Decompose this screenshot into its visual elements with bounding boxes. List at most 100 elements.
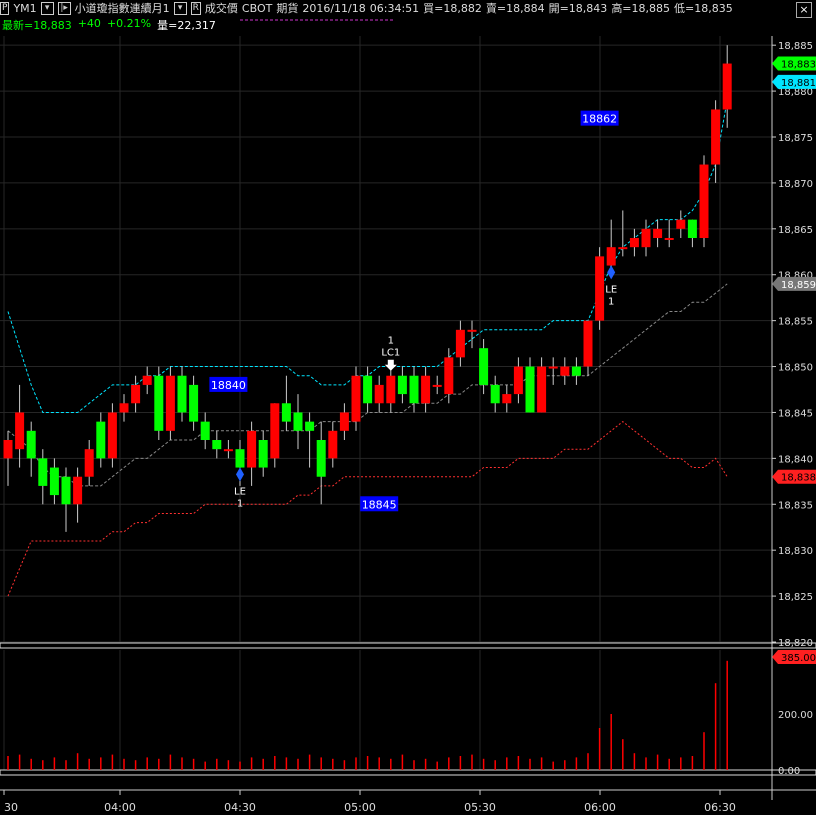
candle-body bbox=[131, 384, 141, 404]
candle-body bbox=[84, 449, 94, 477]
price-label-text: 18840 bbox=[211, 379, 246, 392]
candle-body bbox=[363, 375, 373, 404]
candle-body bbox=[374, 384, 384, 404]
candle-body bbox=[247, 430, 257, 468]
price-marker-label: 18,881 bbox=[781, 78, 816, 89]
candle-body bbox=[722, 63, 732, 110]
candle-body bbox=[73, 476, 83, 505]
time-tick-label: 05:00 bbox=[344, 801, 376, 814]
price-marker-label: 18,859 bbox=[781, 280, 816, 291]
candle-body bbox=[235, 449, 245, 468]
price-tick-label: 18,820 bbox=[778, 638, 813, 649]
candle-body bbox=[571, 366, 581, 376]
candle-body bbox=[502, 394, 512, 404]
candle-body bbox=[711, 109, 721, 165]
candle-body bbox=[479, 348, 489, 385]
candle-body bbox=[653, 228, 663, 238]
panel-separator bbox=[0, 769, 816, 776]
candle-body bbox=[513, 366, 523, 395]
candle-body bbox=[409, 375, 419, 404]
time-tick-label: 05:30 bbox=[464, 801, 496, 814]
price-marker-label: 18,838 bbox=[781, 473, 816, 484]
price-marker-label: 18,883 bbox=[781, 60, 816, 71]
candle-body bbox=[61, 476, 71, 505]
candle-body bbox=[38, 458, 48, 486]
price-tick-label: 18,870 bbox=[778, 179, 813, 190]
volume-bars bbox=[7, 660, 728, 770]
candle-body bbox=[212, 440, 222, 450]
price-tick-label: 18,885 bbox=[778, 41, 813, 52]
signal-sublabel: 1 bbox=[608, 296, 614, 307]
candle-body bbox=[270, 403, 280, 459]
candle-body bbox=[223, 449, 233, 452]
panel-separator bbox=[0, 642, 816, 649]
candle-body bbox=[15, 412, 25, 450]
volume-marker-label: 385.00 bbox=[781, 653, 816, 664]
entry-signal-icon bbox=[607, 265, 616, 280]
candle-body bbox=[641, 228, 651, 248]
price-grid bbox=[0, 36, 772, 770]
candle-body bbox=[328, 430, 338, 459]
candle-body bbox=[316, 440, 326, 477]
entry-signal-icon bbox=[236, 467, 244, 482]
candle-body bbox=[189, 384, 199, 422]
signal-label: LC1 bbox=[381, 348, 400, 359]
candle-body bbox=[3, 440, 13, 459]
candle-body bbox=[629, 238, 639, 248]
candle-body bbox=[699, 164, 709, 238]
candle-body bbox=[165, 375, 175, 431]
candle-body bbox=[560, 366, 570, 376]
signal-label: LE bbox=[605, 284, 617, 295]
candle-body bbox=[583, 320, 593, 367]
signal-sublabel: 1 bbox=[237, 498, 243, 509]
price-tick-label: 18,865 bbox=[778, 225, 813, 236]
candle-body bbox=[548, 366, 558, 369]
candle-body bbox=[281, 403, 291, 422]
candle-body bbox=[490, 384, 500, 404]
candle-body bbox=[177, 375, 187, 413]
exit-signal-icon bbox=[384, 359, 397, 371]
candle-body bbox=[107, 412, 117, 459]
candlestick-chart[interactable]: 18,88518,88018,87518,87018,86518,86018,8… bbox=[0, 0, 816, 815]
time-tick-label: 06:30 bbox=[704, 801, 736, 814]
volume-tick-label: 200.00 bbox=[778, 710, 813, 721]
candle-body bbox=[200, 421, 210, 440]
candle-body bbox=[421, 375, 431, 404]
candle-body bbox=[258, 440, 268, 468]
price-tick-label: 18,830 bbox=[778, 546, 813, 557]
candle-body bbox=[351, 375, 361, 422]
candle-body bbox=[96, 421, 106, 459]
candle-body bbox=[676, 219, 686, 229]
candle-body bbox=[467, 329, 477, 332]
price-tick-label: 18,845 bbox=[778, 408, 813, 419]
candle-body bbox=[305, 421, 315, 431]
candle-body bbox=[339, 412, 349, 431]
price-tick-label: 18,840 bbox=[778, 454, 813, 465]
price-tick-label: 18,850 bbox=[778, 363, 813, 374]
candle-body bbox=[606, 247, 616, 266]
price-tick-label: 18,825 bbox=[778, 592, 813, 603]
volume-tick-label: 0.00 bbox=[778, 766, 800, 777]
candle-body bbox=[49, 467, 59, 496]
upper-band-line bbox=[7, 100, 728, 413]
candle-body bbox=[119, 403, 129, 413]
candle-body bbox=[455, 329, 465, 358]
candle-body bbox=[525, 366, 535, 413]
time-tick-label: 30 bbox=[4, 801, 18, 814]
time-tick-label: 06:00 bbox=[584, 801, 616, 814]
candle-body bbox=[618, 247, 628, 250]
candle-body bbox=[537, 366, 547, 413]
candle-body bbox=[142, 375, 152, 385]
time-tick-label: 04:00 bbox=[104, 801, 136, 814]
price-tick-label: 18,835 bbox=[778, 500, 813, 511]
candle-body bbox=[432, 384, 442, 387]
candle-body bbox=[664, 238, 674, 240]
signal-label: LE bbox=[234, 486, 246, 497]
candle-body bbox=[687, 219, 697, 238]
price-tick-label: 18,855 bbox=[778, 317, 813, 328]
candle-body bbox=[595, 256, 605, 321]
candle-body bbox=[293, 412, 303, 431]
candle-body bbox=[397, 375, 407, 395]
signal-sublabel: 1 bbox=[388, 336, 394, 347]
candle-body bbox=[154, 375, 164, 431]
